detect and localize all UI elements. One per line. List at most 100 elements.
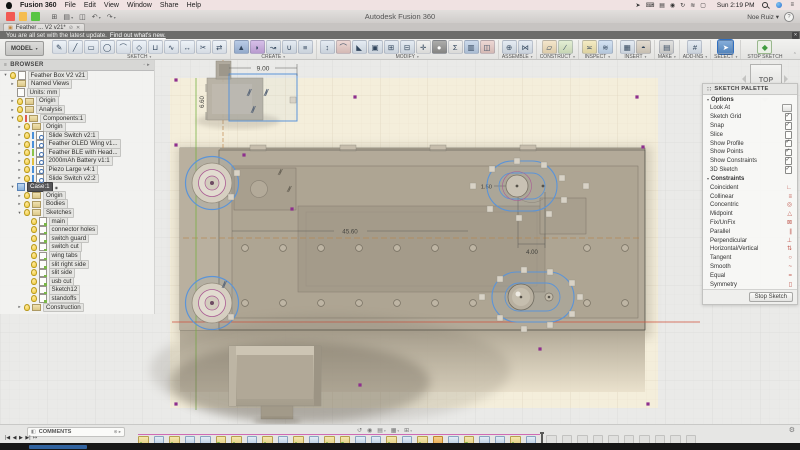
browser-row-wing-tabs[interactable]: wing tabs [0, 251, 154, 260]
tree-expander-icon[interactable]: ▸ [17, 124, 22, 130]
visibility-bulb-icon[interactable] [17, 115, 23, 122]
tree-expander-icon[interactable]: ▸ [17, 193, 22, 199]
browser-row-units-mm[interactable]: Units: mm [0, 88, 154, 97]
comments-header-icons[interactable]: ⊙ ▸ [114, 429, 121, 435]
visibility-bulb-icon[interactable] [31, 287, 37, 294]
visibility-bulb-icon[interactable] [31, 295, 37, 302]
play-button[interactable]: ▶ [19, 435, 23, 441]
construction-axis-icon[interactable]: ∕ [558, 40, 573, 54]
toolbar-group-label-insert[interactable]: INSERT▾ [624, 54, 646, 60]
browser-row-analysis[interactable]: ▸Analysis [0, 105, 154, 114]
palette-option-snap[interactable]: Snap [703, 122, 797, 131]
browser-row-piezo-large-v4-1[interactable]: ▸Piezo Large v4:1 [0, 166, 154, 175]
spline-icon[interactable]: ∿ [164, 40, 179, 54]
select-icon[interactable]: ➤ [718, 40, 733, 54]
palette-option-show-constraints[interactable]: Show Constraints [703, 157, 797, 166]
visibility-bulb-icon[interactable] [24, 209, 30, 216]
tree-expander-icon[interactable]: ▾ [10, 184, 15, 190]
tree-expander-icon[interactable]: ▾ [3, 72, 8, 78]
toolbar-group-label-assemble[interactable]: ASSEMBLE▾ [502, 54, 533, 60]
viewcube-arrow-right[interactable] [784, 75, 788, 83]
arc-icon[interactable]: ⌒ [116, 40, 131, 54]
create-sketch-icon[interactable]: ✎ [52, 40, 67, 54]
palette-constraints-section[interactable]: ▾ Constraints [703, 174, 797, 183]
sweep-icon[interactable]: ↝ [266, 40, 281, 54]
toolbar-group-label-add-ins[interactable]: ADD-INS▾ [683, 54, 707, 60]
palette-option-show-profile[interactable]: Show Profile [703, 139, 797, 148]
visibility-bulb-icon[interactable] [31, 218, 37, 225]
browser-row-slit-side[interactable]: slit side [0, 269, 154, 278]
toolbar-group-label-inspect[interactable]: INSPECT▾ [585, 54, 610, 60]
close-window-button[interactable] [6, 12, 15, 21]
visibility-bulb-icon[interactable] [10, 72, 16, 79]
comments-panel-toggle[interactable]: ◧ COMMENTS ⊙ ▸ [27, 427, 125, 438]
palette-option-look-at[interactable]: Look At [703, 104, 797, 113]
workspace-selector[interactable]: MODEL▾ [5, 41, 44, 56]
menu-share[interactable]: Share [160, 2, 179, 9]
visibility-bulb-icon[interactable] [17, 106, 23, 113]
help-icon[interactable]: ? [784, 12, 794, 22]
palette-constraint-concentric[interactable]: Concentric◎ [703, 201, 797, 210]
browser-header[interactable]: ≡ BROWSER ◦ ▸ [0, 60, 154, 71]
sync-icon[interactable]: ↻ [680, 2, 685, 9]
visibility-bulb-icon[interactable] [31, 269, 37, 276]
siri-icon[interactable] [776, 2, 782, 8]
move-icon[interactable]: ✛ [416, 40, 431, 54]
toolbar-group-label-sketch[interactable]: SKETCH▾ [127, 54, 151, 60]
spotlight-search-icon[interactable] [762, 2, 768, 8]
appearance-icon[interactable]: ● [432, 40, 447, 54]
whats-new-link[interactable]: Find out what's new. [110, 32, 166, 39]
extrude-icon[interactable]: ▲ [234, 40, 249, 54]
browser-row-connector-holes[interactable]: connector holes [0, 226, 154, 235]
palette-constraint-tangent[interactable]: Tangent○ [703, 254, 797, 263]
notification-center-icon[interactable]: ≡ [790, 2, 794, 8]
palette-option-slice[interactable]: Slice [703, 130, 797, 139]
revolve-icon[interactable]: ◗ [250, 40, 265, 54]
menu-view[interactable]: View [104, 2, 119, 9]
parameters-icon[interactable]: Σ [448, 40, 463, 54]
fillet-icon[interactable]: ⌒ [336, 40, 351, 54]
split-body-icon[interactable]: ⊟ [400, 40, 415, 54]
browser-row-construction[interactable]: ▸Construction [0, 303, 154, 312]
user-account-menu[interactable]: Noe Ruiz ▾ [747, 13, 779, 21]
browser-row-standoffs[interactable]: standoffs [0, 294, 154, 303]
stop-sketch-button[interactable]: ◆ STOP SKETCH [741, 40, 788, 60]
visibility-bulb-icon[interactable] [24, 141, 30, 148]
sketch-palette-header[interactable]: ∷ SKETCH PALETTE [703, 84, 797, 95]
airplay-icon[interactable]: ➤ [636, 2, 641, 9]
coil-icon[interactable]: ≡ [298, 40, 313, 54]
tree-expander-icon[interactable]: ▾ [17, 210, 22, 216]
trim-icon[interactable]: ✂ [196, 40, 211, 54]
tree-expander-icon[interactable]: ▸ [10, 81, 15, 87]
visibility-bulb-icon[interactable] [24, 201, 30, 208]
construction-plane-icon[interactable]: ▱ [542, 40, 557, 54]
toolbar-group-label-create[interactable]: CREATE▾ [261, 54, 285, 60]
viewcube-arrow-left[interactable] [742, 75, 746, 83]
visibility-bulb-icon[interactable] [31, 252, 37, 259]
palette-constraint-equal[interactable]: Equal= [703, 271, 797, 280]
tree-expander-icon[interactable]: ▸ [17, 141, 22, 147]
checkbox-slice[interactable] [785, 131, 793, 139]
tree-expander-icon[interactable]: ▾ [10, 115, 15, 121]
collapse-toolbar-icon[interactable]: ⌃ [793, 52, 797, 58]
manage-icon[interactable]: ▥ [464, 40, 479, 54]
browser-header-icons[interactable]: ◦ ▸ [143, 62, 150, 68]
usb-connector-part[interactable] [150, 315, 510, 424]
step-forward-button[interactable]: ▶| [25, 435, 30, 441]
add-ins-icon[interactable]: # [687, 40, 702, 54]
browser-row-case-1[interactable]: ▾Case:1◉ [0, 183, 154, 192]
chevron-down-icon[interactable]: ◉ [55, 185, 59, 190]
combine-icon[interactable]: ⊞ [384, 40, 399, 54]
battery-icon[interactable]: ▢ [700, 2, 706, 9]
checkbox-3d-sketch[interactable] [785, 166, 793, 174]
toolbar-group-label-modify[interactable]: MODIFY▾ [396, 54, 419, 60]
timeline-settings-gear-icon[interactable]: ⚙ [789, 426, 795, 434]
toolbar-group-label-make[interactable]: MAKE▾ [658, 54, 676, 60]
zoom-window-button[interactable] [31, 12, 40, 21]
palette-constraint-coincident[interactable]: Coincident∟ [703, 183, 797, 192]
mirror-icon[interactable]: ⇄ [212, 40, 227, 54]
line-icon[interactable]: ╱ [68, 40, 83, 54]
shell-icon[interactable]: ▣ [368, 40, 383, 54]
visibility-bulb-icon[interactable] [24, 123, 30, 130]
look-at-button[interactable] [782, 104, 792, 112]
